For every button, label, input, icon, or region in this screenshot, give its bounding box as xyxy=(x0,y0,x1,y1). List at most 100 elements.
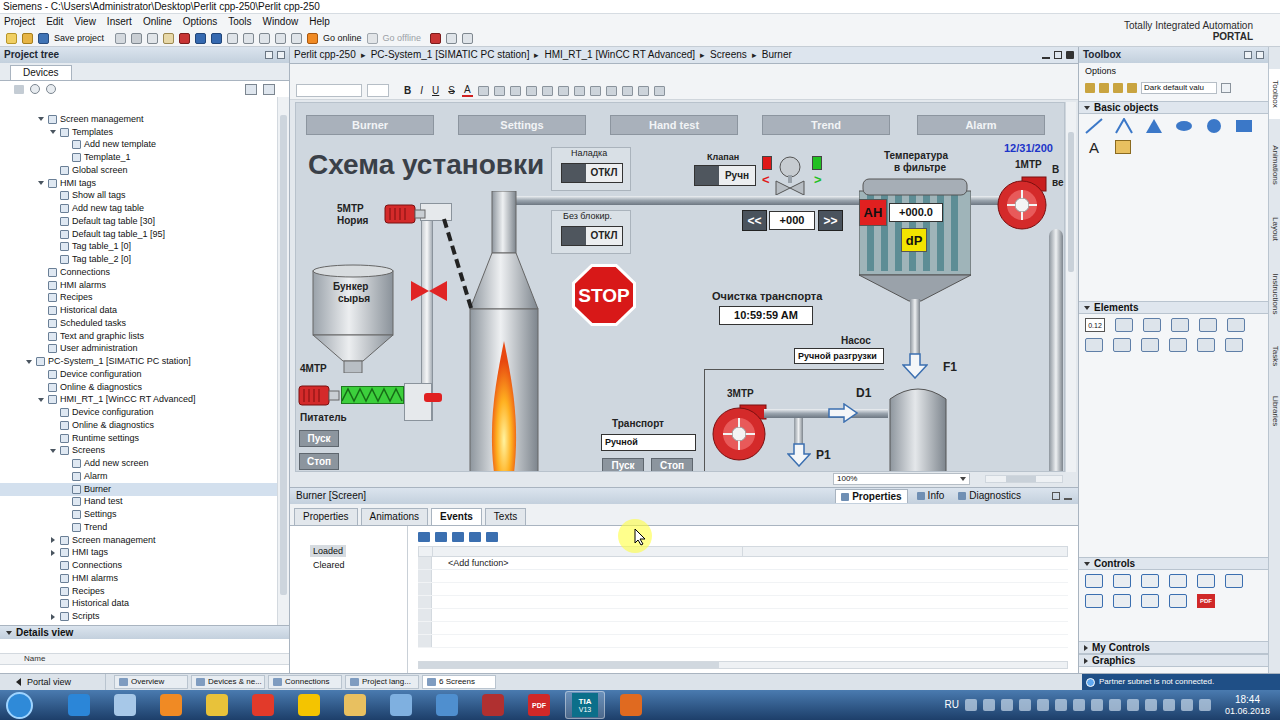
tree-item[interactable]: Device configuration xyxy=(0,368,277,381)
recipe-view-icon[interactable] xyxy=(1197,574,1215,588)
list-view-icon[interactable] xyxy=(1127,83,1137,93)
redo-icon[interactable] xyxy=(211,33,222,44)
valve-arrow[interactable]: < xyxy=(762,173,770,186)
editor-tab[interactable]: 6 Screens xyxy=(422,675,496,689)
taskbar-button[interactable] xyxy=(335,691,375,719)
zoom-dropdown[interactable]: 100% xyxy=(833,473,970,485)
valve-arrow[interactable]: > xyxy=(814,173,822,186)
menu-item[interactable]: Options xyxy=(183,17,217,27)
breadcrumb-item[interactable]: Perlit cpp-250 xyxy=(294,50,356,60)
tree-item[interactable]: Runtime settings xyxy=(0,432,277,445)
user-view-icon[interactable] xyxy=(1141,574,1159,588)
media-player-icon[interactable] xyxy=(1169,594,1187,608)
tree-item[interactable]: Templates xyxy=(0,126,277,139)
graphic-io-icon[interactable] xyxy=(1171,318,1189,332)
screen-nav-button[interactable]: Settings xyxy=(458,115,586,135)
scrollbar-thumb[interactable] xyxy=(1006,476,1036,482)
display-icon[interactable] xyxy=(1073,699,1085,711)
expanded-arrow-icon[interactable] xyxy=(1084,106,1090,110)
property-tab[interactable]: Animations xyxy=(361,508,428,525)
tree-item[interactable]: Historical data xyxy=(0,304,277,317)
mode-switch[interactable]: Ручн xyxy=(694,165,756,186)
format-button[interactable]: A xyxy=(462,85,473,97)
property-tab[interactable]: Texts xyxy=(485,508,526,525)
list-icon[interactable] xyxy=(469,532,481,542)
tree-item[interactable]: Recipes xyxy=(0,292,277,305)
runtime-icon[interactable] xyxy=(291,33,302,44)
tree-item[interactable]: User administration xyxy=(0,343,277,356)
tree-item[interactable]: Scheduled tasks xyxy=(0,317,277,330)
toolbox-section-header[interactable]: My Controls xyxy=(1079,641,1268,654)
volume-icon[interactable] xyxy=(1001,699,1013,711)
hmi-button[interactable]: Стоп xyxy=(299,453,339,470)
io-field[interactable]: Ручной разгрузки xyxy=(794,348,884,364)
clock[interactable]: 18:4401.06.2018 xyxy=(1225,694,1270,717)
property-tab[interactable]: Properties xyxy=(294,508,358,525)
tree-item[interactable]: Template_1 xyxy=(0,151,277,164)
size-dropdown[interactable] xyxy=(367,84,389,97)
tree-item[interactable]: Show all tags xyxy=(0,190,277,203)
format-button[interactable]: I xyxy=(418,86,425,96)
hmi-button[interactable]: Стоп xyxy=(651,458,693,472)
property-tab[interactable]: Events xyxy=(431,508,482,525)
rotate-icon[interactable] xyxy=(590,86,601,96)
menu-item[interactable]: Project xyxy=(4,17,35,27)
tree-item[interactable]: HMI tags xyxy=(0,177,277,190)
maximize-icon[interactable] xyxy=(1054,51,1062,59)
save-icon[interactable] xyxy=(38,33,49,44)
keyboard-icon[interactable] xyxy=(1109,699,1121,711)
hmi-button[interactable]: << xyxy=(742,210,767,231)
taskbar-button[interactable]: TIAV13 xyxy=(565,691,605,719)
minimize-icon[interactable] xyxy=(1064,492,1072,500)
expanded-arrow-icon[interactable] xyxy=(50,449,56,453)
close-icon[interactable] xyxy=(1066,51,1074,59)
taskbar-button[interactable]: PDF xyxy=(519,691,559,719)
tree-item[interactable]: Online & diagnostics xyxy=(0,381,277,394)
taskbar-button[interactable] xyxy=(381,691,421,719)
tree-item[interactable]: HMI tags xyxy=(0,547,277,560)
copy-icon[interactable] xyxy=(147,33,158,44)
bar-icon[interactable] xyxy=(1227,318,1245,332)
toolbox-section-header[interactable]: Controls xyxy=(1079,557,1268,570)
save-project-button[interactable]: Save project xyxy=(54,34,104,43)
event-item[interactable]: Cleared xyxy=(310,559,348,571)
open-project-icon[interactable] xyxy=(22,33,33,44)
move-down-icon[interactable] xyxy=(435,532,447,542)
tree-item[interactable]: Scripts xyxy=(0,610,277,623)
hmi-button[interactable]: Пуск xyxy=(602,458,644,472)
font-dropdown[interactable] xyxy=(296,84,362,97)
format-button[interactable]: U xyxy=(430,86,441,96)
tree-toggle[interactable] xyxy=(36,179,45,188)
format-button[interactable]: S xyxy=(446,86,457,96)
mode-switch[interactable]: ОТКЛ xyxy=(561,163,623,183)
tree-toggle[interactable] xyxy=(36,395,45,404)
format-button[interactable]: B xyxy=(402,86,413,96)
align-center-icon[interactable] xyxy=(494,86,505,96)
event-item[interactable]: Loaded xyxy=(310,545,346,557)
tree-item[interactable]: Screen management xyxy=(0,113,277,126)
cloud-icon[interactable] xyxy=(1127,699,1139,711)
tree-item[interactable]: Alarm xyxy=(0,470,277,483)
go-offline-icon[interactable] xyxy=(367,33,378,44)
io-field[interactable]: +000.0 xyxy=(889,203,943,222)
flag-icon[interactable] xyxy=(1019,699,1031,711)
chat-icon[interactable] xyxy=(1163,699,1175,711)
inspector-tab[interactable]: Diagnostics xyxy=(953,489,1026,503)
gauge-icon[interactable] xyxy=(1197,338,1215,352)
taskbar-button[interactable] xyxy=(197,691,237,719)
go-offline-button[interactable]: Go offline xyxy=(383,34,421,43)
layer-icon[interactable] xyxy=(542,86,553,96)
scrollbar-thumb[interactable] xyxy=(419,662,719,668)
tree-item[interactable]: Global screen xyxy=(0,164,277,177)
taskbar-button[interactable] xyxy=(427,691,467,719)
breadcrumb-item[interactable]: HMI_RT_1 [WinCC RT Advanced] xyxy=(544,50,695,60)
user-icon[interactable] xyxy=(1099,83,1109,93)
battery-icon[interactable] xyxy=(1091,699,1103,711)
menu-item[interactable]: Edit xyxy=(46,17,63,27)
tree-toggle[interactable] xyxy=(48,548,57,557)
forward-icon[interactable] xyxy=(46,84,56,94)
io-field[interactable]: 10:59:59 AM xyxy=(719,306,813,325)
tree-item[interactable]: Trend xyxy=(0,521,277,534)
paste-icon[interactable] xyxy=(163,33,174,44)
usb-icon[interactable] xyxy=(1199,699,1211,711)
